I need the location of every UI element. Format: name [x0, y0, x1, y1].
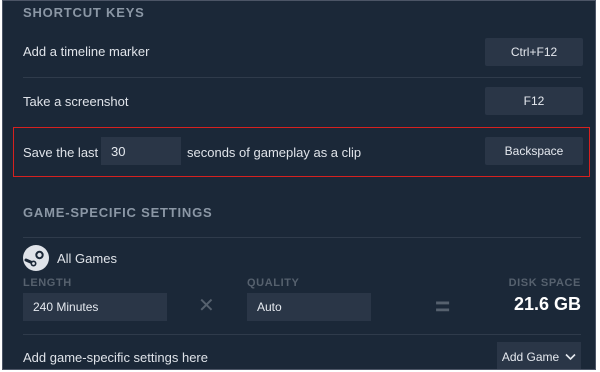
timeline-marker-key-button[interactable]: Ctrl+F12: [485, 38, 583, 66]
disk-space-value: 21.6 GB: [513, 294, 581, 314]
clip-prefix-label: Save the last: [23, 145, 99, 160]
divider: [23, 77, 581, 78]
clip-seconds-input[interactable]: [101, 137, 181, 165]
screenshot-key-button[interactable]: F12: [485, 87, 583, 115]
divider: [23, 237, 581, 238]
clip-key-button[interactable]: Backspace: [485, 137, 583, 165]
steam-icon: [23, 245, 49, 271]
clip-suffix-label: seconds of gameplay as a clip: [187, 145, 362, 160]
quality-label: QUALITY: [247, 277, 300, 289]
screenshot-label: Take a screenshot: [23, 94, 129, 109]
quality-select[interactable]: Auto: [247, 293, 371, 321]
multiply-icon: ✕: [198, 295, 215, 317]
disk-space-label: DISK SPACE: [508, 277, 581, 289]
game-name: All Games: [57, 251, 117, 266]
equals-icon: =: [435, 291, 451, 321]
section-title-game-settings: GAME-SPECIFIC SETTINGS: [23, 205, 213, 220]
chevron-down-icon: [565, 353, 576, 361]
add-game-button[interactable]: Add Game: [497, 342, 581, 369]
add-game-label: Add Game: [501, 350, 560, 364]
add-settings-label: Add game-specific settings here: [23, 350, 208, 365]
section-title-shortcut-keys: SHORTCUT KEYS: [23, 5, 145, 20]
length-select[interactable]: 240 Minutes: [23, 293, 167, 321]
settings-panel: SHORTCUT KEYS Add a timeline marker Ctrl…: [2, 0, 596, 370]
length-label: LENGTH: [23, 277, 72, 289]
divider: [23, 334, 581, 335]
timeline-marker-label: Add a timeline marker: [23, 44, 150, 59]
